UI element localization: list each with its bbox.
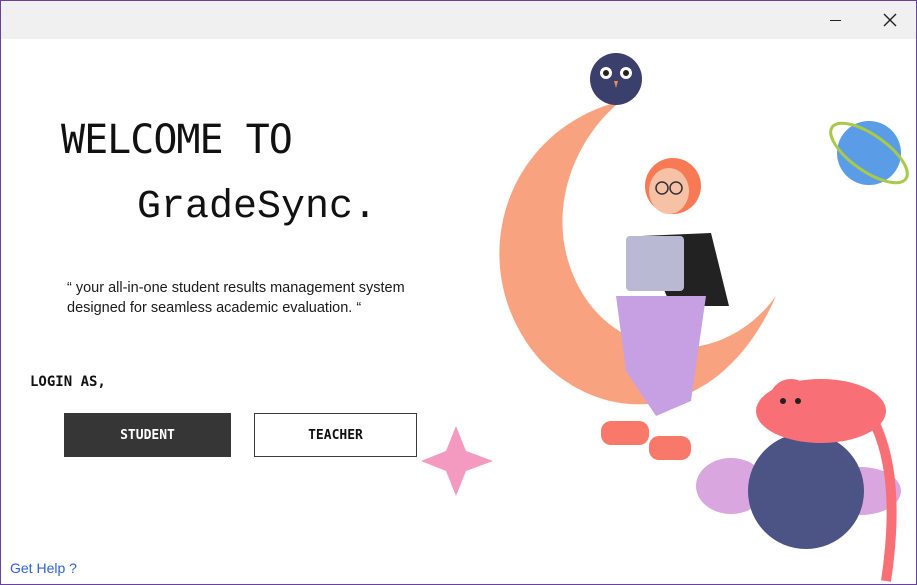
moon-girl-laptop-illustration — [421, 53, 909, 582]
minimize-button[interactable] — [812, 1, 858, 39]
minimize-icon — [829, 19, 841, 21]
planet-figure — [829, 121, 909, 185]
close-button[interactable] — [867, 1, 913, 39]
title-bar — [1, 1, 916, 39]
tagline-text: “ your all-in-one student results manage… — [67, 280, 405, 316]
teacher-login-button[interactable]: TEACHER — [254, 413, 417, 457]
login-as-label: LOGIN AS, — [30, 374, 106, 390]
get-help-link[interactable]: Get Help ? — [10, 560, 77, 576]
owl-figure — [590, 53, 642, 105]
brand-title: GradeSync. — [137, 185, 378, 230]
close-icon — [883, 13, 897, 27]
cat-ball-figure — [696, 379, 901, 582]
student-login-button[interactable]: STUDENT — [64, 413, 231, 457]
welcome-heading: WELCOME TO — [61, 117, 293, 163]
girl-figure — [601, 158, 729, 460]
sparkle-figure — [421, 426, 493, 496]
app-window: WELCOME TO GradeSync. “ your all-in-one … — [0, 0, 917, 585]
